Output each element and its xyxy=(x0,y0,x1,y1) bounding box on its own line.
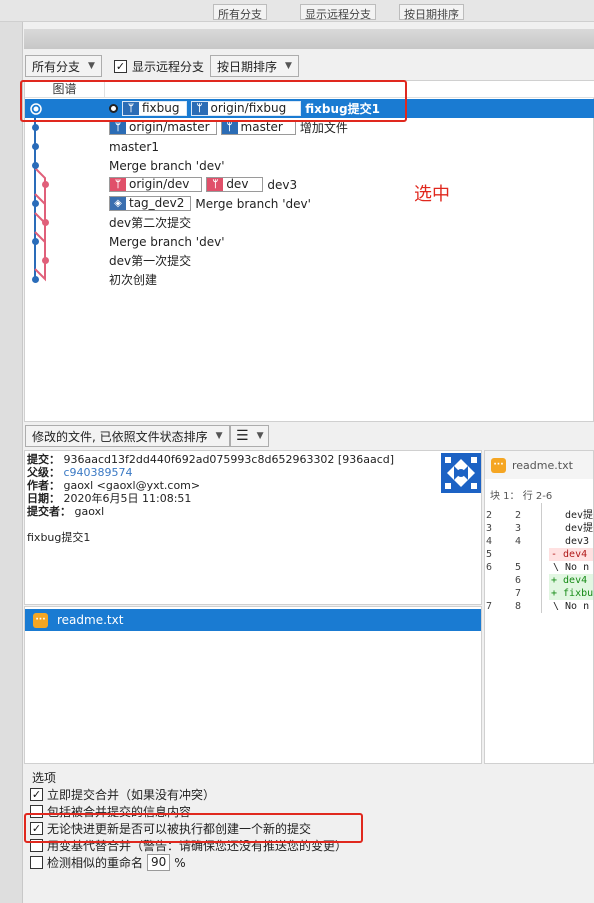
view-mode-dropdown[interactable]: ☰ ▼ xyxy=(230,425,270,447)
show-remote-toggle[interactable]: ✓ 显示远程分支 xyxy=(114,58,204,75)
option-label: 立即提交合并（如果没有冲突） xyxy=(47,788,216,802)
avatar-pattern-icon xyxy=(445,457,477,489)
commit-message: dev第二次提交 xyxy=(109,216,192,230)
similarity-unit: % xyxy=(174,855,186,870)
author-value: gaoxl <gaoxl@yxt.com> xyxy=(63,479,201,492)
commit-row[interactable]: 初次创建 xyxy=(25,270,594,289)
diff-line: 7 8 \ No n xyxy=(486,601,590,612)
diff-line: 3 3 dev提 xyxy=(486,523,594,534)
parent-hash-link[interactable]: c940389574 xyxy=(64,466,133,479)
commit-row[interactable]: master1 xyxy=(25,137,594,156)
diff-line-added: 7 + fixbu xyxy=(485,587,593,600)
branch-filter-value: 所有分支 xyxy=(32,59,81,74)
background-show-remote: 显示远程分支 xyxy=(300,4,376,21)
file-list-item[interactable]: ··· readme.txt xyxy=(25,609,481,631)
diff-line: 2 2 dev提 xyxy=(486,510,594,521)
branch-icon: ᛘ xyxy=(207,178,224,191)
date-label: 日期： xyxy=(27,492,60,505)
show-remote-checkbox[interactable]: ✓ xyxy=(114,60,127,73)
avatar xyxy=(441,453,481,493)
file-sort-value: 修改的文件, 已依照文件状态排序 xyxy=(32,429,208,444)
option-commit-merge[interactable]: ✓ 立即提交合并（如果没有冲突） xyxy=(30,786,215,803)
diff-title-bar: ··· readme.txt xyxy=(485,451,593,479)
commit-row[interactable]: dev第一次提交 xyxy=(25,251,594,270)
option-label: 检测相似的重命名 xyxy=(47,856,144,870)
branch-ref[interactable]: ᛘ dev xyxy=(206,177,264,192)
commit-hash: 936aacd13f2dd440f692ad075993c8d652963302… xyxy=(63,453,395,466)
committer-value: gaoxl xyxy=(74,505,105,518)
branch-filter-dropdown[interactable]: 所有分支 ▼ xyxy=(25,55,102,77)
similarity-input[interactable]: 90 xyxy=(147,854,171,871)
list-icon: ☰ xyxy=(236,428,249,444)
commit-message-text: fixbug提交1 xyxy=(27,531,91,544)
commit-node xyxy=(32,238,39,245)
options-title: 选项 xyxy=(32,771,57,785)
commit-label: 提交： xyxy=(27,453,60,466)
diff-panel[interactable]: ··· readme.txt 块 1： 行 2-6 2 2 dev提 3 3 dev提 … xyxy=(484,450,594,764)
commit-row[interactable]: ᛘ origin/dev ᛘ dev dev3 xyxy=(25,175,594,194)
remote-branch-ref[interactable]: ᛘ origin/master xyxy=(109,120,217,135)
commit-info-panel: 提交： 936aacd13f2dd440f692ad075993c8d65296… xyxy=(24,450,482,605)
background-branch-filter: 所有分支 xyxy=(213,4,267,21)
file-name: readme.txt xyxy=(57,613,124,627)
selected-annotation: 选中 xyxy=(414,184,450,205)
background-window-toolbar xyxy=(0,0,594,22)
committer-label: 提交者： xyxy=(27,505,71,518)
commit-row[interactable]: Merge branch 'dev' xyxy=(25,156,594,175)
branch-icon: ᛘ xyxy=(110,121,126,134)
author-label: 作者： xyxy=(27,479,60,492)
commit-row[interactable]: Merge branch 'dev' xyxy=(25,232,594,251)
sort-dropdown[interactable]: 按日期排序 ▼ xyxy=(210,55,299,77)
background-sort: 按日期排序 xyxy=(399,4,464,21)
remote-branch-ref[interactable]: ᛘ origin/dev xyxy=(109,177,203,192)
commit-message: Merge branch 'dev' xyxy=(109,158,225,173)
commit-message: dev第一次提交 xyxy=(109,254,192,268)
tag-ref[interactable]: ◈ tag_dev2 xyxy=(109,196,192,211)
modified-file-icon: ··· xyxy=(33,612,48,628)
tag-icon: ◈ xyxy=(110,197,126,210)
diff-line: 4 4 dev3 xyxy=(486,536,590,547)
diff-line-added: 6 + dev4 xyxy=(485,574,593,587)
chevron-down-icon: ▼ xyxy=(88,61,95,71)
file-sort-dropdown[interactable]: 修改的文件, 已依照文件状态排序 ▼ xyxy=(25,425,230,447)
branch-ref[interactable]: ᛘ master xyxy=(220,120,296,135)
diff-hunk-header: 块 1： 行 2-6 xyxy=(490,491,553,502)
background-sidebar xyxy=(0,22,22,903)
commit-node xyxy=(42,181,49,188)
branch-icon: ᛘ xyxy=(221,121,238,134)
commit-message: master1 xyxy=(109,139,159,154)
modified-file-icon: ··· xyxy=(491,457,506,473)
option-checkbox[interactable]: ✓ xyxy=(30,788,43,801)
diff-file-name: readme.txt xyxy=(512,458,573,472)
diff-line-deleted: 5- dev4 xyxy=(485,548,593,561)
commit-node xyxy=(32,124,39,131)
diff-line: 6 5 \ No n xyxy=(486,562,590,573)
commit-message: dev3 xyxy=(267,177,298,192)
sort-value: 按日期排序 xyxy=(217,59,278,74)
commit-row[interactable]: dev第二次提交 xyxy=(25,213,594,232)
selection-highlight-box xyxy=(20,80,407,122)
commit-node xyxy=(32,276,39,283)
option-checkbox[interactable] xyxy=(30,856,43,869)
commit-node xyxy=(32,143,39,150)
commit-node xyxy=(42,257,49,264)
commit-message: Merge branch 'dev' xyxy=(109,234,225,249)
parent-label: 父级： xyxy=(27,466,60,479)
chevron-down-icon: ▼ xyxy=(256,431,264,441)
chevron-down-icon: ▼ xyxy=(215,431,223,441)
show-remote-label: 显示远程分支 xyxy=(132,60,205,74)
commit-row[interactable]: ◈ tag_dev2 Merge branch 'dev' xyxy=(25,194,594,213)
option-highlight-box xyxy=(24,813,363,843)
commit-node xyxy=(42,219,49,226)
option-detect-renames[interactable]: 检测相似的重命名 90 % xyxy=(30,854,186,871)
commit-message: 初次创建 xyxy=(109,273,158,287)
commit-message: Merge branch 'dev' xyxy=(195,196,311,211)
branch-icon: ᛘ xyxy=(110,178,126,191)
dialog-titlebar[interactable] xyxy=(24,29,594,49)
commit-node xyxy=(32,162,39,169)
commit-node xyxy=(32,200,39,207)
chevron-down-icon: ▼ xyxy=(285,61,292,71)
date-value: 2020年6月5日 11:08:51 xyxy=(63,492,192,505)
